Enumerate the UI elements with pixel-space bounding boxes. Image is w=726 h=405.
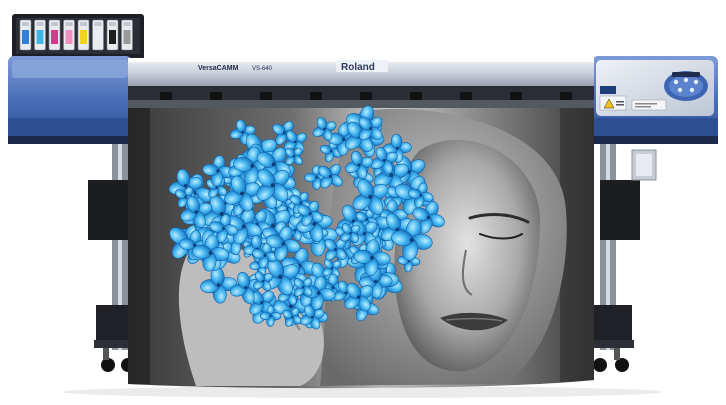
ink-cartridge-bay [12,14,144,60]
pinch-roller [510,92,522,100]
printer-photo: VersaCAMM VS-640 Roland [0,0,726,400]
ink-cartridge [19,19,32,51]
brand-logo: Roland [341,62,375,73]
pinch-roller [310,92,322,100]
ink-cartridge [77,19,90,51]
ink-cartridge [121,19,133,51]
pinch-roller [460,92,472,100]
ink-cartridge [92,19,104,51]
carriage-rail: VersaCAMM VS-640 Roland [128,58,594,108]
model-code-label: VS-640 [252,66,273,72]
ink-cartridge [63,19,75,51]
ink-cartridge [48,19,61,51]
pinch-roller [560,92,572,100]
floor-shadow [63,386,663,398]
control-panel-icon [664,71,708,101]
ink-cartridge [34,19,46,51]
model-series-label: VersaCAMM [198,65,239,72]
warning-label-icon [599,95,627,111]
pinch-roller [260,92,272,100]
pinch-rollers [160,92,572,100]
left-housing [8,56,132,144]
pinch-roller [160,92,172,100]
ink-cartridge [106,19,119,51]
pinch-roller [410,92,422,100]
printer-illustration: VersaCAMM VS-640 Roland [8,14,718,398]
pinch-roller [360,92,372,100]
printed-banner [128,105,594,389]
pinch-roller [210,92,222,100]
